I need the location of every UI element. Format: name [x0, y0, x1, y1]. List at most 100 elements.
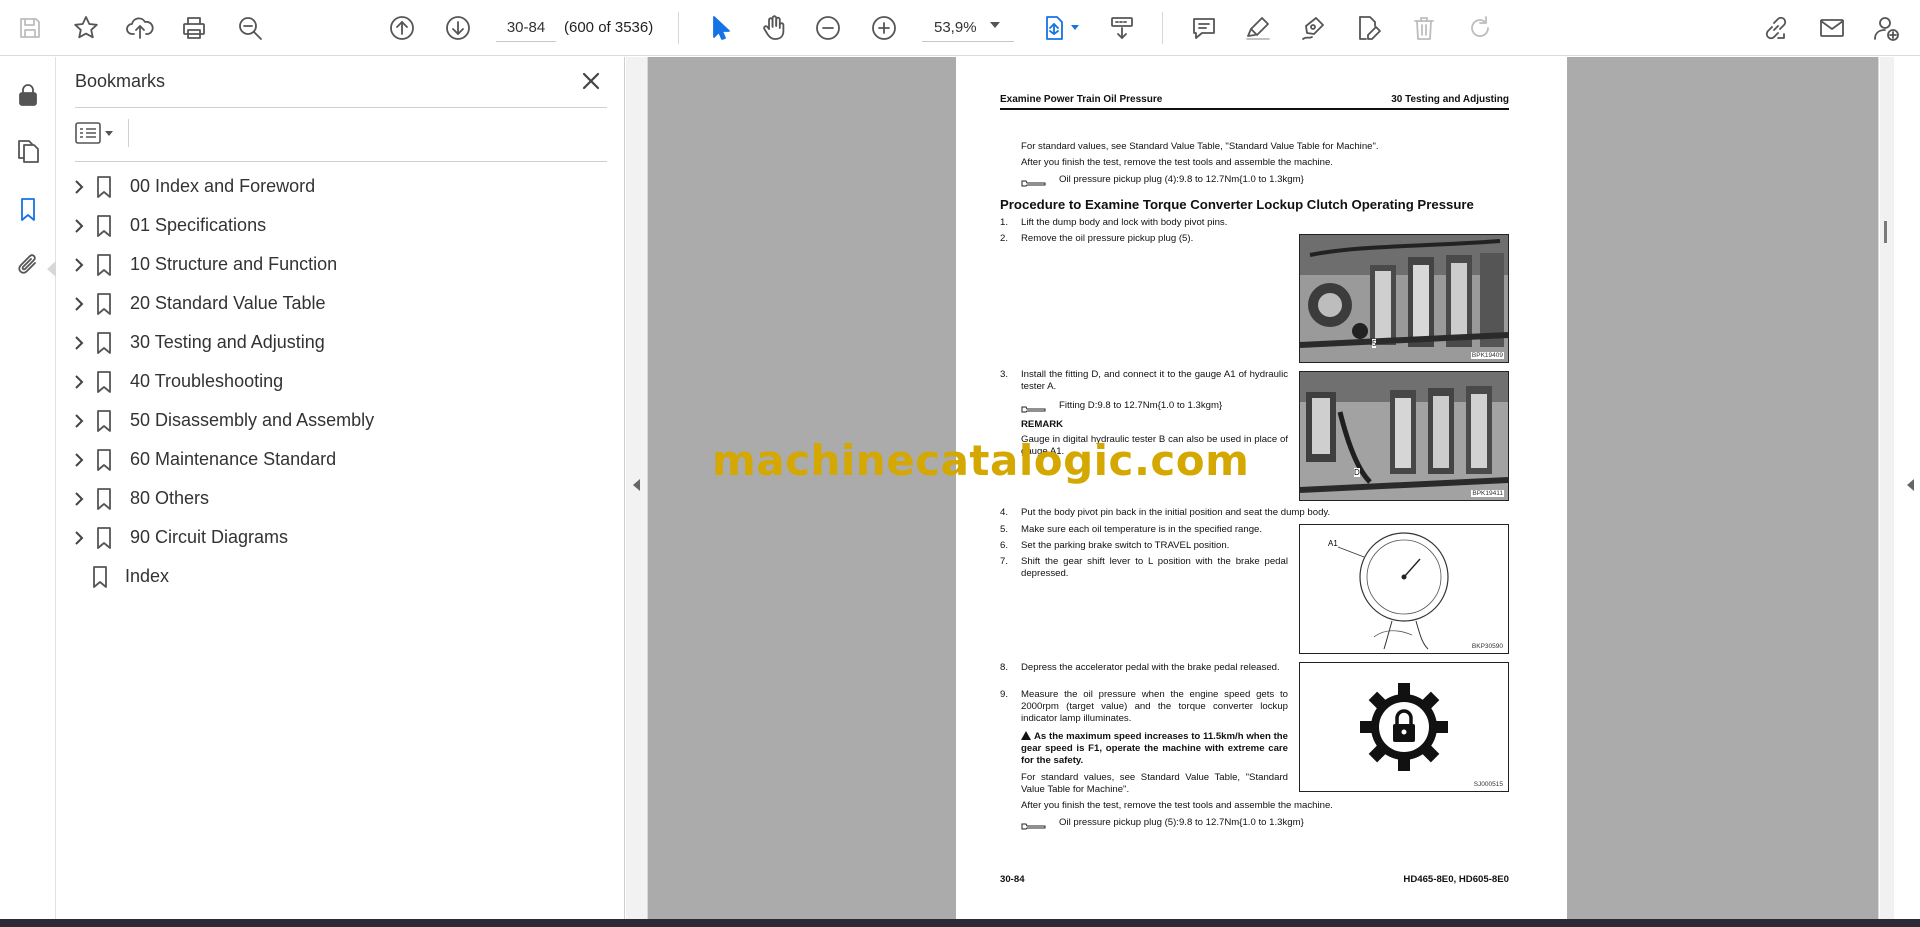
bookmark-options-button[interactable]: [75, 117, 123, 149]
lock-icon[interactable]: [10, 77, 46, 113]
bookmark-star-icon[interactable]: [68, 10, 104, 46]
figure-callout: A1: [1328, 539, 1338, 548]
section-heading: Procedure to Examine Torque Converter Lo…: [1000, 197, 1474, 212]
rotate-icon[interactable]: [1462, 10, 1498, 46]
chevron-right-icon[interactable]: [71, 413, 87, 429]
panel-divider: [75, 161, 607, 162]
bookmark-item[interactable]: 60 Maintenance Standard: [57, 440, 625, 479]
step-2: Remove the oil pressure pickup plug (5).: [1021, 233, 1194, 244]
attachments-icon[interactable]: [10, 247, 46, 283]
figure-caption: BPK19409: [1470, 352, 1504, 359]
delete-icon[interactable]: [1406, 10, 1442, 46]
bookmark-item[interactable]: 30 Testing and Adjusting: [57, 323, 625, 362]
toolbar-divider: [678, 12, 679, 44]
watermark: machinecatalogic.com: [712, 436, 1250, 485]
scroll-mode-icon[interactable]: [1104, 10, 1140, 46]
chevron-down-icon: [105, 130, 113, 136]
save-icon[interactable]: [12, 10, 48, 46]
hand-icon[interactable]: [756, 10, 792, 46]
step-number: 3.: [1000, 369, 1009, 380]
bookmarks-icon[interactable]: [10, 191, 46, 227]
figure-callout: 5: [1372, 339, 1377, 348]
share-link-icon[interactable]: [1758, 10, 1794, 46]
step-6: Set the parking brake switch to TRAVEL p…: [1021, 540, 1230, 551]
bookmark-label: Index: [125, 566, 170, 586]
fit-page-dropdown-caret[interactable]: [1071, 25, 1079, 30]
zoom-level-input[interactable]: 53,9%: [922, 14, 1014, 42]
bookmark-item[interactable]: 40 Troubleshooting: [57, 362, 625, 401]
bookmark-item[interactable]: 00 Index and Foreword: [57, 167, 625, 206]
upload-icon[interactable]: [122, 10, 158, 46]
vertical-scrollbar[interactable]: [1880, 57, 1894, 919]
navigation-rail: [0, 57, 56, 919]
step-3-torque: Fitting D:9.8 to 12.7Nm{1.0 to 1.3kgm}: [1059, 400, 1223, 411]
figure-lockup-symbol: SJ000515: [1299, 662, 1509, 792]
zoom-dropdown-caret[interactable]: [990, 22, 1000, 28]
figure-engine-photo-2: D BPK19411: [1299, 371, 1509, 501]
step-9: Measure the oil pressure when the engine…: [1021, 689, 1288, 724]
bookmark-item[interactable]: Index: [57, 557, 625, 596]
close-icon[interactable]: [577, 67, 605, 95]
step-number: 5.: [1000, 524, 1009, 535]
bookmark-list: 00 Index and Foreword 01 Specifications 10…: [57, 167, 625, 596]
highlight-icon[interactable]: [1240, 10, 1276, 46]
chevron-right-icon[interactable]: [71, 257, 87, 273]
previous-page-icon[interactable]: [384, 10, 420, 46]
step-8: Depress the accelerator pedal with the b…: [1021, 662, 1280, 673]
find-zoom-icon[interactable]: [232, 10, 268, 46]
chevron-right-icon[interactable]: [71, 452, 87, 468]
scrollbar-thumb[interactable]: [1884, 221, 1887, 243]
figure-engine-photo-1: 5 BPK19409: [1299, 234, 1509, 363]
bookmarks-panel-title: Bookmarks: [75, 71, 166, 91]
bookmark-item[interactable]: 80 Others: [57, 479, 625, 518]
sign-icon[interactable]: [1296, 10, 1332, 46]
page-number-input[interactable]: 30-84: [496, 14, 556, 42]
page-header-left: Examine Power Train Oil Pressure: [1000, 94, 1163, 105]
bookmark-icon: [95, 253, 113, 277]
chevron-right-icon[interactable]: [71, 296, 87, 312]
chevron-right-icon[interactable]: [71, 179, 87, 195]
zoom-in-icon[interactable]: [866, 10, 902, 46]
intro-text-2: After you finish the test, remove the te…: [1021, 157, 1333, 168]
bookmark-item[interactable]: 10 Structure and Function: [57, 245, 625, 284]
print-icon[interactable]: [176, 10, 212, 46]
step-number: 6.: [1000, 540, 1009, 551]
chevron-right-icon[interactable]: [71, 218, 87, 234]
bookmark-icon: [91, 565, 109, 589]
chevron-right-icon[interactable]: [71, 491, 87, 507]
bookmark-label: 50 Disassembly and Assembly: [130, 410, 375, 430]
remark-title: REMARK: [1021, 419, 1064, 430]
bookmark-icon: [95, 370, 113, 394]
main-toolbar: 30-84 (600 of 3536) 53,9%: [0, 0, 1920, 56]
intro-text-1: For standard values, see Standard Value …: [1021, 141, 1379, 152]
bookmark-item[interactable]: 90 Circuit Diagrams: [57, 518, 625, 557]
panel-divider: [128, 119, 129, 147]
bookmark-item[interactable]: 20 Standard Value Table: [57, 284, 625, 323]
fit-page-icon[interactable]: [1036, 10, 1072, 46]
user-account-icon[interactable]: [1868, 10, 1904, 46]
chevron-right-icon[interactable]: [71, 335, 87, 351]
email-icon[interactable]: [1814, 10, 1850, 46]
bookmark-label: 80 Others: [130, 488, 210, 508]
chevron-right-icon[interactable]: [71, 374, 87, 390]
next-page-icon[interactable]: [440, 10, 476, 46]
bookmark-icon: [95, 526, 113, 550]
edit-pdf-icon[interactable]: [1350, 10, 1386, 46]
bookmark-label: 60 Maintenance Standard: [130, 449, 337, 469]
page-header-right: 30 Testing and Adjusting: [1391, 94, 1509, 105]
intro-torque: Oil pressure pickup plug (4):9.8 to 12.7…: [1059, 174, 1304, 185]
outro-text-2: After you finish the test, remove the te…: [1021, 800, 1333, 811]
chevron-right-icon[interactable]: [71, 530, 87, 546]
figure-callout: D: [1354, 468, 1360, 477]
bookmark-item[interactable]: 01 Specifications: [57, 206, 625, 245]
pages-icon[interactable]: [10, 133, 46, 169]
chevron-left-icon: [633, 479, 640, 491]
select-cursor-icon[interactable]: [702, 10, 738, 46]
collapse-left-pane-button[interactable]: [626, 57, 648, 919]
bookmark-item[interactable]: 50 Disassembly and Assembly: [57, 401, 625, 440]
engine-photo: [1300, 372, 1508, 500]
taskbar-strip: [0, 919, 1920, 927]
comment-icon[interactable]: [1186, 10, 1222, 46]
zoom-out-icon[interactable]: [810, 10, 846, 46]
page-footer-left: 30-84: [1000, 874, 1025, 885]
